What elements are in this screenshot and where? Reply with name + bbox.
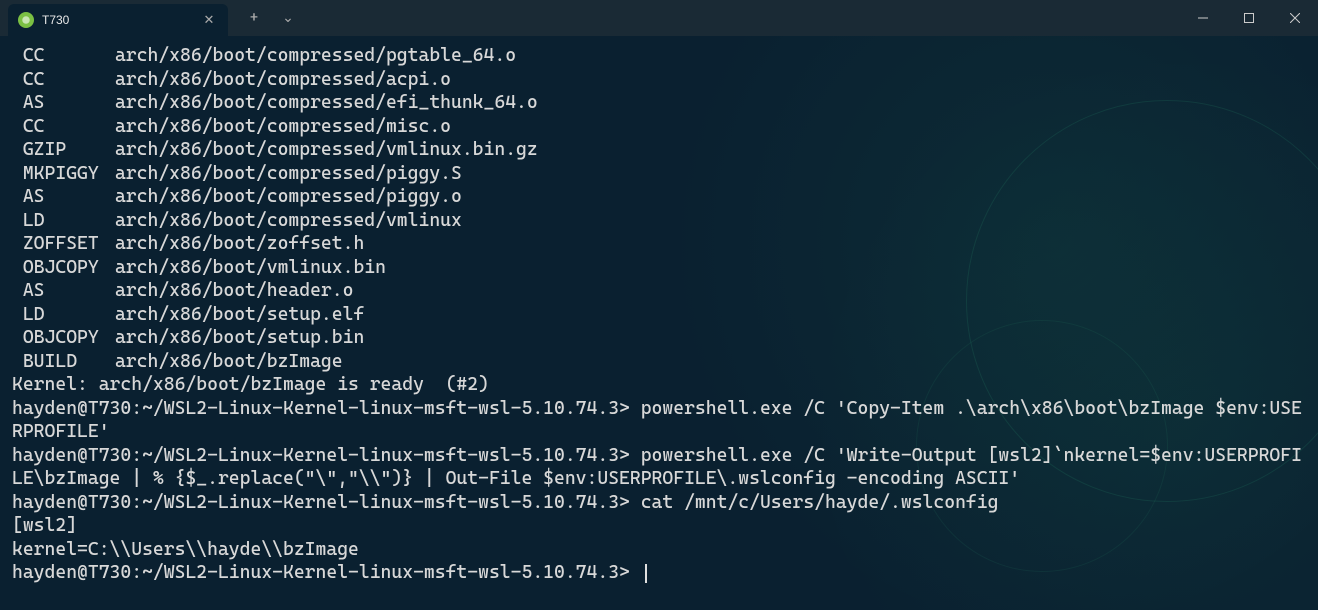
build-line: ZOFFSETarch/x86/boot/zoffset.h	[12, 232, 1306, 256]
build-line: OBJCOPYarch/x86/boot/vmlinux.bin	[12, 256, 1306, 280]
build-action: OBJCOPY	[12, 326, 115, 350]
build-action: OBJCOPY	[12, 256, 115, 280]
cursor	[645, 564, 647, 583]
new-tab-button[interactable]: +	[240, 4, 268, 32]
build-line: GZIParch/x86/boot/compressed/vmlinux.bin…	[12, 138, 1306, 162]
build-line: ASarch/x86/boot/compressed/efi_thunk_64.…	[12, 91, 1306, 115]
build-line: CCarch/x86/boot/compressed/misc.o	[12, 115, 1306, 139]
build-action: CC	[12, 44, 115, 68]
titlebar: T730 ✕ + ⌄	[0, 0, 1318, 36]
shell-prompt: hayden@T730:~/WSL2-Linux-Kernel-linux-ms…	[12, 562, 641, 583]
tab-title: T730	[42, 13, 192, 27]
build-path: arch/x86/boot/compressed/acpi.o	[115, 68, 451, 92]
build-path: arch/x86/boot/setup.elf	[115, 303, 364, 327]
build-line: ASarch/x86/boot/header.o	[12, 279, 1306, 303]
build-action: AS	[12, 91, 115, 115]
build-path: arch/x86/boot/header.o	[115, 279, 353, 303]
build-line: CCarch/x86/boot/compressed/acpi.o	[12, 68, 1306, 92]
command-text: cat /mnt/c/Users/hayde/.wslconfig	[641, 492, 999, 513]
build-line: BUILDarch/x86/boot/bzImage	[12, 350, 1306, 374]
build-path: arch/x86/boot/compressed/piggy.S	[115, 162, 462, 186]
window-controls	[1180, 0, 1318, 36]
build-line: ASarch/x86/boot/compressed/piggy.o	[12, 185, 1306, 209]
build-path: arch/x86/boot/compressed/efi_thunk_64.o	[115, 91, 538, 115]
build-path: arch/x86/boot/compressed/misc.o	[115, 115, 451, 139]
build-path: arch/x86/boot/compressed/vmlinux	[115, 209, 462, 233]
kernel-ready-line: Kernel: arch/x86/boot/bzImage is ready (…	[12, 373, 1306, 397]
build-line: OBJCOPYarch/x86/boot/setup.bin	[12, 326, 1306, 350]
build-path: arch/x86/boot/compressed/pgtable_64.o	[115, 44, 516, 68]
output-line: kernel=C:\\Users\\hayde\\bzImage	[12, 538, 1306, 562]
build-path: arch/x86/boot/bzImage	[115, 350, 343, 374]
close-tab-icon[interactable]: ✕	[200, 11, 218, 29]
build-action: AS	[12, 185, 115, 209]
tab-icon	[18, 12, 34, 28]
shell-prompt: hayden@T730:~/WSL2-Linux-Kernel-linux-ms…	[12, 492, 641, 513]
build-action: AS	[12, 279, 115, 303]
maximize-button[interactable]	[1226, 0, 1272, 36]
build-path: arch/x86/boot/setup.bin	[115, 326, 364, 350]
command-line: hayden@T730:~/WSL2-Linux-Kernel-linux-ms…	[12, 397, 1306, 444]
build-action: MKPIGGY	[12, 162, 115, 186]
active-tab[interactable]: T730 ✕	[8, 4, 228, 36]
terminal-output[interactable]: CCarch/x86/boot/compressed/pgtable_64.oC…	[0, 36, 1318, 593]
build-path: arch/x86/boot/vmlinux.bin	[115, 256, 386, 280]
build-action: ZOFFSET	[12, 232, 115, 256]
close-button[interactable]	[1272, 0, 1318, 36]
command-line: hayden@T730:~/WSL2-Linux-Kernel-linux-ms…	[12, 444, 1306, 491]
minimize-button[interactable]	[1180, 0, 1226, 36]
build-action: BUILD	[12, 350, 115, 374]
output-line: [wsl2]	[12, 514, 1306, 538]
build-action: CC	[12, 115, 115, 139]
build-line: LDarch/x86/boot/compressed/vmlinux	[12, 209, 1306, 233]
build-action: GZIP	[12, 138, 115, 162]
command-line: hayden@T730:~/WSL2-Linux-Kernel-linux-ms…	[12, 561, 1306, 585]
shell-prompt: hayden@T730:~/WSL2-Linux-Kernel-linux-ms…	[12, 398, 641, 419]
shell-prompt: hayden@T730:~/WSL2-Linux-Kernel-linux-ms…	[12, 445, 641, 466]
tab-dropdown-button[interactable]: ⌄	[274, 4, 302, 32]
command-line: hayden@T730:~/WSL2-Linux-Kernel-linux-ms…	[12, 491, 1306, 515]
build-path: arch/x86/boot/compressed/vmlinux.bin.gz	[115, 138, 538, 162]
build-line: LDarch/x86/boot/setup.elf	[12, 303, 1306, 327]
build-path: arch/x86/boot/zoffset.h	[115, 232, 364, 256]
build-line: CCarch/x86/boot/compressed/pgtable_64.o	[12, 44, 1306, 68]
build-path: arch/x86/boot/compressed/piggy.o	[115, 185, 462, 209]
build-action: CC	[12, 68, 115, 92]
build-action: LD	[12, 209, 115, 233]
build-line: MKPIGGYarch/x86/boot/compressed/piggy.S	[12, 162, 1306, 186]
build-action: LD	[12, 303, 115, 327]
